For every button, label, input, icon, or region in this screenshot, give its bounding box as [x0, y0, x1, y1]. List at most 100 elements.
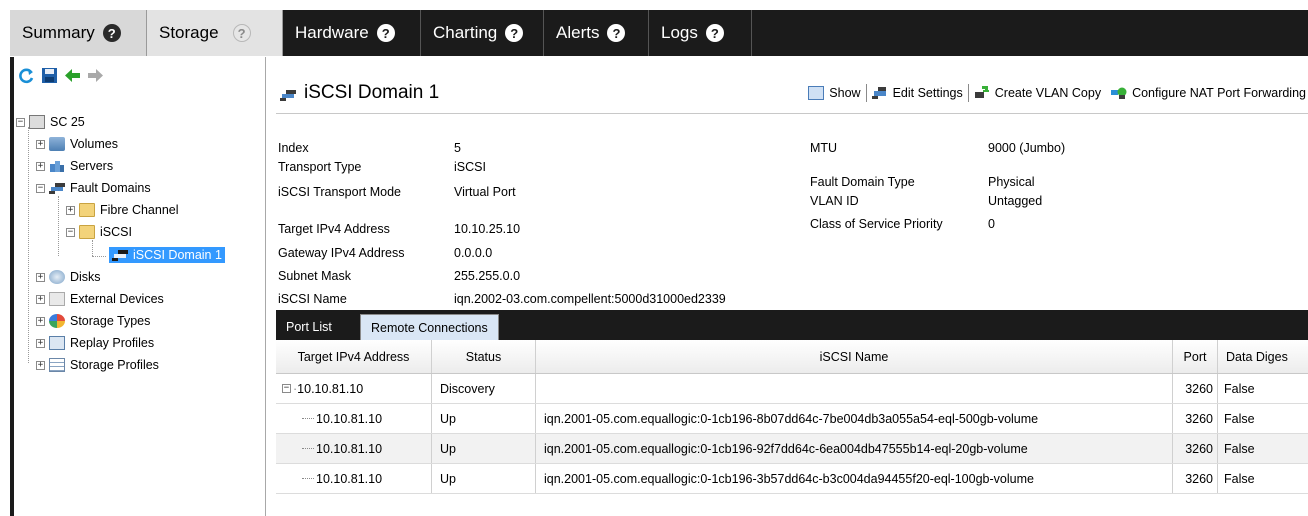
table-row[interactable]: 10.10.81.10 Up iqn.2001-05.com.equallogi… [276, 464, 1308, 494]
col-data-digest[interactable]: Data Diges [1218, 340, 1308, 373]
prop-label-target-ipv4: Target IPv4 Address [278, 222, 390, 236]
cell-status: Discovery [432, 374, 536, 403]
prop-label-vlan-id: VLAN ID [810, 194, 859, 208]
expand-icon[interactable]: + [36, 338, 45, 348]
tab-alerts[interactable]: Alerts ? [543, 10, 648, 56]
storage-types-icon [49, 314, 65, 328]
col-iscsi-name[interactable]: iSCSI Name [536, 340, 1173, 373]
refresh-icon[interactable] [18, 67, 35, 84]
show-button[interactable]: Show [803, 86, 865, 100]
prop-value-subnet-mask: 255.255.0.0 [454, 269, 521, 283]
cell-target: 10.10.81.10 [276, 464, 432, 493]
expand-icon[interactable]: + [36, 316, 45, 326]
forward-arrow-icon[interactable] [87, 67, 104, 84]
subtab-bar: Port List Remote Connections [276, 310, 1308, 340]
cell-text: 10.10.81.10 [316, 411, 383, 426]
tree-item-sc25[interactable]: − SC 25 [16, 112, 85, 132]
tab-hardware[interactable]: Hardware ? [283, 10, 420, 56]
tree-item-fault-domains[interactable]: − Fault Domains [36, 178, 151, 198]
cell-port: 3260 [1173, 374, 1218, 403]
collapse-icon[interactable]: − [16, 117, 25, 127]
help-icon[interactable]: ? [102, 24, 121, 42]
collapse-icon[interactable]: − [36, 183, 45, 193]
tree-label: External Devices [70, 292, 164, 306]
table-row[interactable]: 10.10.81.10 Up iqn.2001-05.com.equallogi… [276, 404, 1308, 434]
show-icon [808, 86, 825, 100]
prop-label-subnet-mask: Subnet Mask [278, 269, 351, 283]
tree-item-storage-profiles[interactable]: + Storage Profiles [36, 355, 159, 375]
create-vlan-copy-button[interactable]: Create VLAN Copy [969, 86, 1106, 100]
col-status[interactable]: Status [432, 340, 536, 373]
edit-settings-button[interactable]: Edit Settings [867, 86, 968, 100]
help-icon[interactable]: ? [505, 24, 524, 42]
expand-icon[interactable]: + [36, 294, 45, 304]
tree-item-external-devices[interactable]: + External Devices [36, 289, 164, 309]
main-tab-bar: Summary ? Storage ? Hardware ? Charting … [10, 10, 1308, 56]
cell-status: Up [432, 404, 536, 433]
table-row[interactable]: 10.10.81.10 Up iqn.2001-05.com.equallogi… [276, 434, 1308, 464]
tree-selection: iSCSI Domain 1 [109, 247, 225, 263]
tab-label: Logs [661, 23, 698, 42]
cell-text: 10.10.81.10 [297, 381, 364, 396]
tree-label: Volumes [70, 137, 118, 151]
expand-icon[interactable]: + [36, 272, 45, 282]
tab-label: Remote Connections [371, 320, 488, 335]
prop-label-gateway-ipv4: Gateway IPv4 Address [278, 246, 405, 260]
expand-icon[interactable]: + [36, 139, 45, 149]
tab-charting[interactable]: Charting ? [420, 10, 543, 56]
servers-icon [49, 159, 65, 173]
storage-profiles-icon [49, 358, 65, 372]
collapse-icon[interactable]: − [66, 227, 75, 237]
cell-status: Up [432, 434, 536, 463]
nat-port-forwarding-icon [1111, 86, 1127, 100]
tree-item-replay-profiles[interactable]: + Replay Profiles [36, 333, 154, 353]
cell-data-digest: False [1224, 441, 1255, 456]
tab-remote-connections[interactable]: Remote Connections [360, 314, 499, 340]
tree-item-storage-types[interactable]: + Storage Types [36, 311, 150, 331]
help-icon[interactable]: ? [705, 24, 724, 42]
configure-nat-button[interactable]: Configure NAT Port Forwarding [1106, 86, 1308, 100]
replay-profiles-icon [49, 336, 65, 350]
tree-item-disks[interactable]: + Disks [36, 267, 101, 287]
expand-icon[interactable]: + [36, 360, 45, 370]
prop-label-fault-domain-type: Fault Domain Type [810, 175, 915, 189]
tree-label: Storage Profiles [70, 358, 159, 372]
tab-storage[interactable]: Storage ? [147, 10, 283, 56]
collapse-icon[interactable]: − [282, 384, 291, 393]
tree-label: Fibre Channel [100, 203, 179, 217]
tree-item-fibre-channel[interactable]: + Fibre Channel [66, 200, 179, 220]
save-icon[interactable] [41, 67, 58, 84]
help-icon[interactable]: ? [607, 24, 626, 42]
col-port[interactable]: Port [1173, 340, 1218, 373]
tree-label: iSCSI Domain 1 [133, 248, 222, 262]
table-row[interactable]: − · 10.10.81.10 Discovery 3260 False [276, 374, 1308, 404]
tree-item-servers[interactable]: + Servers [36, 156, 113, 176]
tree-connector [302, 418, 314, 419]
edit-settings-icon [871, 86, 888, 100]
help-icon[interactable]: ? [232, 24, 251, 42]
cell-data-digest: False [1224, 381, 1255, 396]
prop-value-cos-priority: 0 [988, 217, 995, 231]
folder-icon [79, 203, 95, 217]
tree-label: iSCSI [100, 225, 132, 239]
tree-item-iscsi-domain-1[interactable]: iSCSI Domain 1 [109, 245, 225, 265]
expand-icon[interactable]: + [36, 161, 45, 171]
col-target-ipv4[interactable]: Target IPv4 Address [276, 340, 432, 373]
tree-connector [302, 478, 314, 479]
detail-pane: iSCSI Domain 1 Show Edit Settings Create… [266, 57, 1308, 516]
tree-label: Fault Domains [70, 181, 151, 195]
tree-item-volumes[interactable]: + Volumes [36, 134, 118, 154]
expand-icon[interactable]: + [66, 205, 75, 215]
tab-summary[interactable]: Summary ? [10, 10, 147, 56]
tree-connector [302, 448, 314, 449]
domain-title-text: iSCSI Domain 1 [304, 82, 440, 103]
back-arrow-icon[interactable] [64, 67, 81, 84]
tab-label: Charting [433, 23, 498, 42]
cell-data-digest: False [1224, 411, 1255, 426]
app-window: Summary ? Storage ? Hardware ? Charting … [10, 10, 1308, 516]
help-icon[interactable]: ? [376, 24, 395, 42]
tab-logs[interactable]: Logs ? [648, 10, 752, 56]
tab-port-list[interactable]: Port List [276, 314, 342, 340]
tab-label: Summary [22, 23, 95, 42]
tree-item-iscsi[interactable]: − iSCSI [66, 222, 132, 242]
